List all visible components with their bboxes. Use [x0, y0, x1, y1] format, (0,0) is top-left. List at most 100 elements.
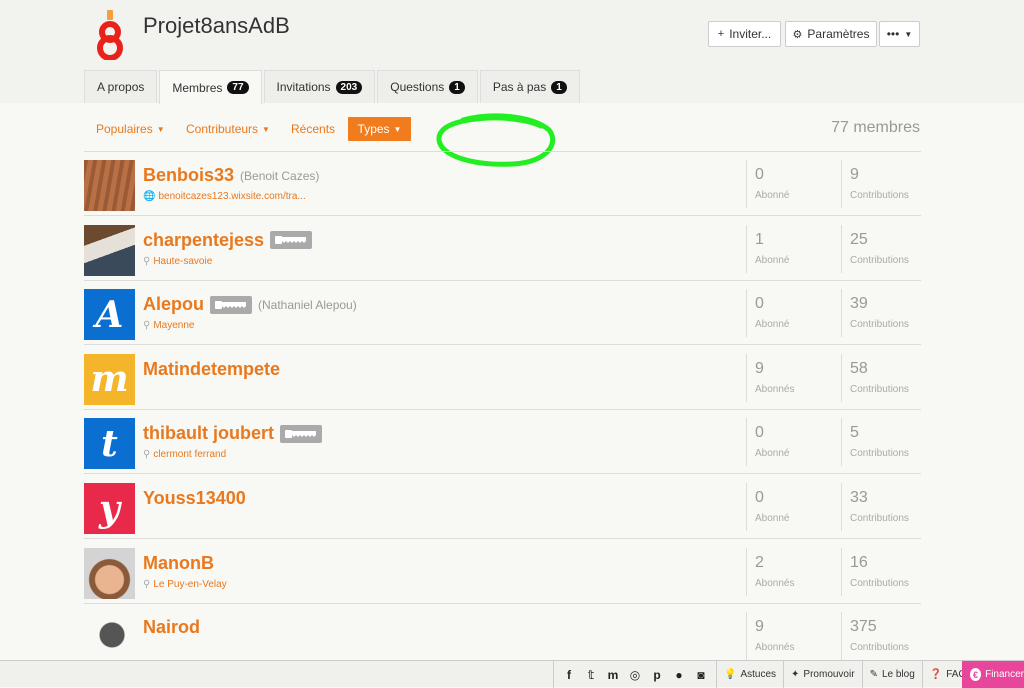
avatar[interactable]	[84, 612, 135, 664]
facebook-icon[interactable]: f	[562, 668, 576, 682]
followers-label: Abonné	[755, 513, 790, 524]
project-logo[interactable]	[92, 10, 128, 60]
footer-bar: f 𝕥 m ◎ p ● ◙ 💡 Astuces ✦ Promouvoir ✎ Le b…	[0, 660, 1024, 688]
avatar[interactable]	[84, 160, 135, 211]
avatar[interactable]	[84, 547, 135, 599]
euro-icon: €	[970, 668, 982, 681]
member-username[interactable]: Benbois33	[143, 165, 234, 186]
followers-label: Abonnés	[755, 577, 795, 589]
fund-button[interactable]: € Financer	[962, 661, 1024, 688]
member-row: charpentejess ⚲ Haute-savoie 1 Abonné 25…	[84, 217, 921, 281]
member-row: y Youss13400 0 Abonné 33 Contributions	[84, 475, 921, 539]
tab-members[interactable]: Membres 77	[159, 70, 262, 104]
followers-count: 0	[755, 295, 764, 313]
megaphone-icon: ✦	[791, 669, 800, 680]
avatar[interactable]: A	[84, 289, 135, 341]
mastodon-icon[interactable]: m	[606, 668, 620, 682]
tab-about[interactable]: A propos	[84, 70, 158, 103]
footer-promote-link[interactable]: ✦ Promouvoir	[783, 661, 862, 688]
contributions-stat: 375 Contributions	[841, 612, 921, 661]
avatar[interactable]: m	[84, 353, 135, 405]
filter-recent[interactable]: Récents	[291, 117, 335, 141]
tab-bar: A propos Membres 77 Invitations 203 Questi…	[84, 70, 582, 104]
question-icon: ❓	[929, 669, 943, 680]
followers-count: 0	[755, 489, 764, 506]
followers-stat: 9 Abonnés	[746, 353, 840, 402]
add-user-icon: +	[717, 28, 725, 40]
globe-icon: 🌐	[143, 191, 156, 202]
caret-down-icon: ▼	[393, 124, 402, 134]
followers-label: Abonné	[755, 190, 790, 201]
member-row: m Matindetempete 9 Abonnés 58 Contributi…	[84, 346, 921, 410]
contributions-count: 33	[850, 489, 868, 506]
member-name-line: charpentejess	[143, 230, 318, 251]
member-fullname: (Nathaniel Alepou)	[258, 297, 357, 312]
member-username[interactable]: Youss13400	[143, 488, 246, 509]
lightbulb-icon: 💡	[724, 669, 737, 680]
caret-down-icon: ▼	[904, 29, 913, 39]
member-row: ManonB ⚲ Le Puy-en-Velay 2 Abonnés 16 Co…	[84, 540, 921, 604]
footer-tips-link[interactable]: 💡 Astuces	[716, 661, 783, 688]
member-row: A Alepou (Nathaniel Alepou) ⚲ Mayenne 0 …	[84, 281, 921, 346]
followers-stat: 0 Abonné	[746, 483, 840, 531]
location-icon: ⚲	[143, 578, 151, 590]
followers-stat: 1 Abonné	[746, 224, 840, 273]
project-title: Projet8ansAdB	[143, 13, 290, 38]
contributions-stat: 58 Contributions	[841, 353, 921, 402]
member-username[interactable]: Matindetempete	[143, 359, 280, 380]
filter-contributors[interactable]: Contributeurs ▼	[186, 117, 270, 141]
member-row: Benbois33 (Benoit Cazes) 🌐 benoitcazes12…	[84, 152, 921, 216]
filter-types[interactable]: Types ▼	[348, 117, 411, 141]
member-username[interactable]: thibault joubert	[143, 423, 274, 444]
member-name-line: ManonB	[143, 553, 220, 574]
followers-stat: 0 Abonné	[746, 418, 840, 467]
contributions-count: 9	[850, 166, 859, 183]
member-name-line: Alepou (Nathaniel Alepou)	[143, 294, 357, 315]
member-username[interactable]: Alepou	[143, 294, 204, 315]
followers-label: Abonnés	[755, 642, 795, 654]
contributions-stat: 9 Contributions	[841, 160, 921, 208]
followers-label: Abonné	[755, 254, 790, 266]
member-row: t thibault joubert ⚲ clermont ferrand 0 …	[84, 410, 921, 475]
contributions-label: Contributions	[850, 577, 909, 589]
count-badge: 1	[551, 80, 567, 94]
avatar[interactable]: t	[84, 418, 135, 470]
saw-badge-icon	[270, 231, 313, 250]
tab-invitations[interactable]: Invitations 203	[263, 70, 376, 103]
count-badge: 77	[227, 81, 249, 94]
filter-popular[interactable]: Populaires ▼	[96, 117, 165, 141]
footer-blog-link[interactable]: ✎ Le blog	[861, 661, 922, 688]
contributions-label: Contributions	[850, 383, 909, 395]
settings-button[interactable]: ⚙ Paramètres	[785, 21, 877, 47]
contributions-stat: 25 Contributions	[841, 224, 921, 273]
discord-icon[interactable]: ◙	[694, 668, 708, 682]
contributions-label: Contributions	[850, 642, 909, 654]
member-subtitle: ⚲ clermont ferrand	[143, 449, 227, 461]
member-subtitle: ⚲ Mayenne	[143, 320, 195, 332]
invite-button[interactable]: + Inviter...	[708, 21, 781, 47]
contributions-stat: 39 Contributions	[841, 289, 921, 338]
github-icon[interactable]: ●	[672, 668, 686, 682]
tab-questions[interactable]: Questions 1	[377, 70, 478, 103]
more-options-button[interactable]: ••• ▼	[879, 21, 920, 47]
member-username[interactable]: ManonB	[143, 553, 214, 574]
member-name-line: thibault joubert	[143, 423, 328, 444]
avatar[interactable]	[84, 224, 135, 276]
followers-stat: 9 Abonnés	[746, 612, 840, 661]
pinterest-icon[interactable]: p	[650, 668, 664, 682]
instagram-icon[interactable]: ◎	[628, 668, 642, 682]
followers-count: 9	[755, 359, 764, 377]
followers-count: 1	[755, 230, 764, 248]
member-subtitle: 🌐 benoitcazes123.wixsite.com/tra...	[143, 191, 306, 202]
tab-step-by-step[interactable]: Pas à pas 1	[479, 70, 580, 103]
followers-stat: 2 Abonnés	[746, 547, 840, 596]
location-icon: ⚲	[143, 449, 151, 461]
twitter-icon[interactable]: 𝕥	[584, 668, 598, 682]
followers-count: 0	[755, 424, 764, 442]
avatar[interactable]: y	[84, 483, 135, 534]
gear-icon: ⚙	[792, 28, 803, 41]
member-username[interactable]: Nairod	[143, 617, 200, 638]
caret-down-icon: ▼	[262, 124, 270, 134]
member-subtitle: ⚲ Le Puy-en-Velay	[143, 578, 227, 590]
member-username[interactable]: charpentejess	[143, 230, 264, 251]
